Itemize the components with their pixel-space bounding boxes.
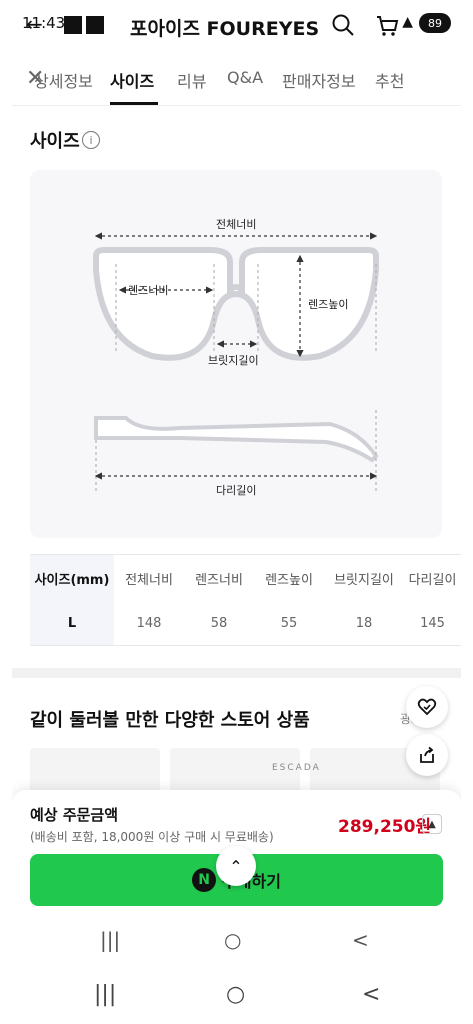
td-total-width: 148 [136,616,162,631]
tab-qna[interactable]: Q&A [227,68,263,87]
store-title[interactable]: 포아이즈 FOUREYES [130,14,319,41]
share-icon [420,746,434,763]
recent-apps-button[interactable]: ||| [94,982,116,1007]
td-bridge-length: 18 [355,616,373,631]
order-price: 289,250원 [338,817,432,837]
recommend-title: 같이 둘러볼 만한 다양한 스토어 상품 [30,710,310,731]
th-total-width: 전체너비 [125,573,173,588]
search-icon[interactable] [330,12,356,38]
naver-pay-icon: N [192,868,217,892]
size-table-header: 사이즈(mm) 전체너비 렌즈너비 렌즈높이 브릿지길이 다리길이 [30,554,461,602]
back-button[interactable]: < [362,982,380,1007]
home-button[interactable]: ○ [224,928,241,952]
tab-seller-info[interactable]: 판매자정보 [282,68,356,92]
tab-size[interactable]: 사이즈 [110,68,154,92]
th-lens-width: 렌즈너비 [195,573,243,588]
label-lens-width: 렌즈너비 [128,284,169,297]
th-size: 사이즈(mm) [30,555,114,602]
product-tabs: ✕ 상세정보 사이즈 리뷰 Q&A 판매자정보 추천 [12,52,461,106]
th-bridge-length: 브릿지길이 [334,573,394,588]
label-temple-length: 다리길이 [216,484,257,497]
label-bridge-length: 브릿지길이 [208,354,259,367]
order-amount-title: 예상 주문금액 [30,806,119,824]
brand-logo-icon-2 [86,16,104,34]
td-lens-height: 55 [280,616,298,631]
td-size: L [30,602,114,645]
tab-details[interactable]: 상세정보 [34,68,93,92]
recent-apps-button[interactable]: ||| [100,928,120,952]
app-header: ← 11:43 포아이즈 FOUREYES ▲ 89 [12,0,461,50]
system-navigation-bar: ||| ○ < [0,968,473,1024]
scroll-to-top-button[interactable]: ⌃ [216,846,256,886]
brand-logo-icon [64,16,82,34]
chevron-up-icon[interactable]: ▲ [422,814,442,834]
label-lens-height: 렌즈높이 [308,298,349,311]
td-lens-width: 58 [210,616,228,631]
cart-icon[interactable] [374,12,400,38]
info-icon[interactable]: i [82,131,100,149]
back-button[interactable]: < [352,928,369,952]
wifi-icon: ▲ [402,14,413,30]
app-frame: ← 11:43 포아이즈 FOUREYES ▲ 89 ✕ 상세정보 사이즈 리뷰… [12,0,461,968]
size-diagram: 전체너비 렌즈너비 렌즈높이 브릿지길이 다리길이 [30,170,442,538]
shipping-note: (배송비 포함, 18,000원 이상 구매 시 무료배송) [30,830,274,844]
wishlist-button[interactable] [406,686,448,728]
size-table: 사이즈(mm) 전체너비 렌즈너비 렌즈높이 브릿지길이 다리길이 L 148 … [30,554,461,646]
tab-recommend[interactable]: 추천 [375,68,404,92]
size-section-title: 사이즈 [30,131,80,152]
card-brand-label: ESCADA [272,763,321,773]
td-temple-length: 145 [420,616,445,631]
status-time: 11:43 [22,14,66,32]
table-row: L 148 58 55 18 145 [30,602,461,646]
th-temple-length: 다리길이 [408,573,457,588]
inner-navigation-bar: ||| ○ < [12,916,461,968]
battery-indicator: 89 [419,13,451,33]
label-total-width: 전체너비 [216,218,257,231]
heart-check-icon [417,698,437,716]
share-button[interactable] [406,734,448,776]
section-divider [12,668,461,678]
tab-reviews[interactable]: 리뷰 [177,68,206,92]
th-lens-height: 렌즈높이 [265,573,313,588]
home-button[interactable]: ○ [226,982,245,1007]
active-tab-indicator [110,102,158,105]
